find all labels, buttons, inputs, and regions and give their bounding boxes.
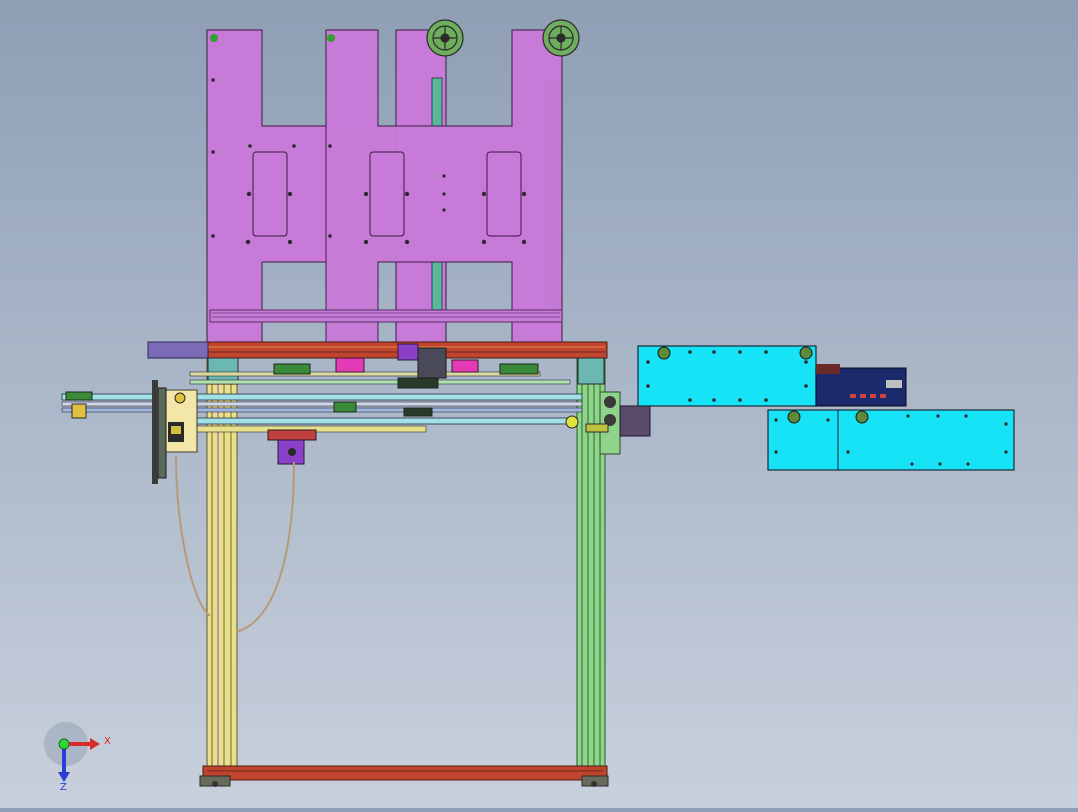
cad-graphics-viewport[interactable]: X Z xyxy=(0,0,1078,808)
axis-triad-icon: X Z xyxy=(44,722,111,793)
control-box-lower[interactable] xyxy=(767,409,1015,471)
spool-wheel-left[interactable] xyxy=(426,19,464,57)
bottom-frame-rail[interactable] xyxy=(199,765,609,787)
controller-board[interactable] xyxy=(815,364,907,407)
nozzle-assembly-center[interactable] xyxy=(267,429,317,465)
spool-wheel-right[interactable] xyxy=(542,19,580,57)
z-axis-label: Z xyxy=(60,782,67,793)
control-box-upper[interactable] xyxy=(637,345,817,407)
x-axis-label: X xyxy=(104,736,111,747)
cad-model-view[interactable]: X Z xyxy=(0,0,1078,808)
build-plate-front[interactable] xyxy=(206,29,563,351)
